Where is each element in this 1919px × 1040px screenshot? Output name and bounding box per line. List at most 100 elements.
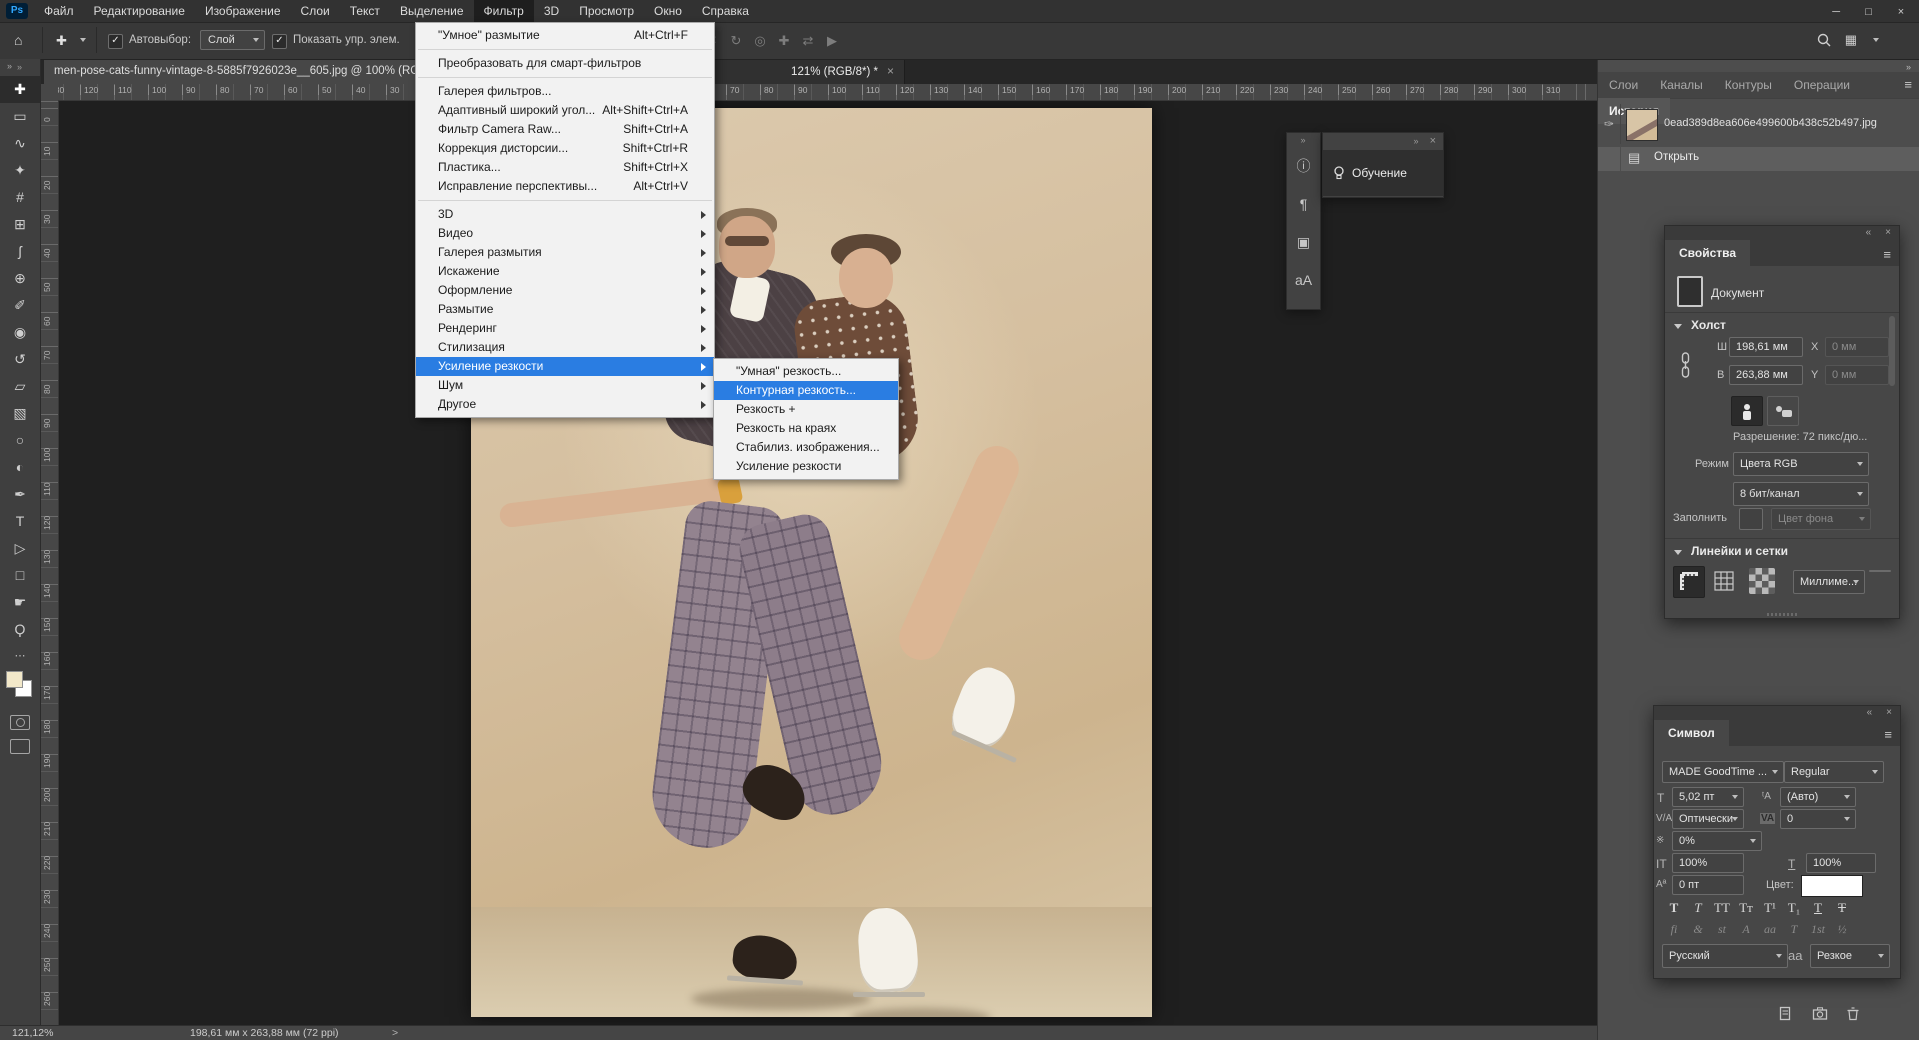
panel-tab-контуры[interactable]: Контуры xyxy=(1714,72,1783,98)
opentype-button[interactable]: ½ xyxy=(1830,922,1854,937)
font-family-dropdown[interactable]: MADE GoodTime ... xyxy=(1662,761,1784,783)
eraser-tool[interactable]: ▱ xyxy=(0,373,40,400)
antialias-dropdown[interactable]: Резкое xyxy=(1810,944,1890,968)
font-style-dropdown[interactable]: Regular xyxy=(1784,761,1884,783)
opentype-button[interactable]: st xyxy=(1710,922,1734,937)
healing-brush-tool[interactable]: ⊕ xyxy=(0,265,40,292)
menu-item-искажение[interactable]: Искажение xyxy=(416,262,714,281)
hand-tool[interactable]: ☛ xyxy=(0,589,40,616)
info-icon[interactable]: ⓘ xyxy=(1287,147,1320,185)
workspace-chevron-icon[interactable] xyxy=(1873,38,1879,42)
kerning-dropdown[interactable]: Оптически xyxy=(1672,809,1744,829)
show-controls-checkbox[interactable]: ✓ xyxy=(272,34,287,49)
snapshot-thumbnail[interactable] xyxy=(1626,109,1658,141)
close-icon[interactable]: × xyxy=(1887,1,1915,23)
grid-toggle-icon[interactable] xyxy=(1711,568,1737,594)
tab-close-icon[interactable]: × xyxy=(878,64,894,78)
menu-item-исправление-перспективы-[interactable]: Исправление перспективы...Alt+Ctrl+V xyxy=(416,177,714,196)
menu-item-видео[interactable]: Видео xyxy=(416,224,714,243)
opentype-button[interactable]: A xyxy=(1734,922,1758,937)
shape-tool[interactable]: □ xyxy=(0,562,40,589)
menu-item-контурная-резкость-[interactable]: Контурная резкость... xyxy=(714,381,898,400)
workspace-icon[interactable]: ▦ xyxy=(1845,32,1857,48)
panel-tab-слои[interactable]: Слои xyxy=(1598,72,1649,98)
marquee-tool[interactable]: ▭ xyxy=(0,103,40,130)
menubar-item-окно[interactable]: Окно xyxy=(644,0,692,22)
canvas-area[interactable] xyxy=(58,100,1597,1025)
style-button-s[interactable]: T xyxy=(1830,900,1854,916)
gradient-tool[interactable]: ▧ xyxy=(0,400,40,427)
new-document-from-state-icon[interactable] xyxy=(1778,1006,1793,1021)
minimize-icon[interactable]: ─ xyxy=(1822,1,1850,23)
ruler-corner[interactable] xyxy=(40,84,59,101)
layer-comps-icon[interactable]: ▣ xyxy=(1287,223,1320,261)
pen-tool[interactable]: ✒ xyxy=(0,481,40,508)
canvas-section-label[interactable]: Холст xyxy=(1691,318,1726,332)
new-snapshot-icon[interactable] xyxy=(1812,1006,1828,1021)
units-dropdown[interactable]: Миллиме... xyxy=(1793,570,1865,594)
link-dimensions-icon[interactable] xyxy=(1679,350,1692,385)
opentype-button[interactable]: aa xyxy=(1758,922,1782,937)
transparency-grid-icon[interactable] xyxy=(1749,568,1775,594)
font-size-dropdown[interactable]: 5,02 пт xyxy=(1672,787,1744,807)
rulers-toggle-icon[interactable] xyxy=(1673,566,1705,598)
move-tool-icon[interactable]: ✚ xyxy=(56,22,67,59)
close-icon[interactable]: × xyxy=(1886,707,1892,718)
menu-item-усиление-резкости[interactable]: Усиление резкости xyxy=(416,357,714,376)
style-button-T₁[interactable]: T₁ xyxy=(1782,900,1806,916)
tab-character[interactable]: Символ xyxy=(1654,720,1729,746)
menu-item-другое[interactable]: Другое xyxy=(416,395,714,414)
menubar-item-фильтр[interactable]: Фильтр xyxy=(474,0,534,22)
toolbar-expand-icon[interactable]: » xyxy=(0,59,40,76)
ruler-horizontal[interactable]: 1301201101009080706050403020100102030405… xyxy=(58,84,1597,101)
menu-item-рендеринг[interactable]: Рендеринг xyxy=(416,319,714,338)
vertical-scale-field[interactable]: 100% xyxy=(1672,853,1744,873)
history-brush-source-icon[interactable]: ✑ xyxy=(1598,104,1621,144)
autoselect-checkbox[interactable]: ✓ xyxy=(108,34,123,49)
style-button-T¹[interactable]: T¹ xyxy=(1758,900,1782,916)
lasso-tool[interactable]: ∿ xyxy=(0,130,40,157)
dock-collapse-icon[interactable]: » xyxy=(1906,62,1912,72)
text-color-swatch[interactable] xyxy=(1801,875,1863,897)
menu-item-коррекция-дисторсии-[interactable]: Коррекция дисторсии...Shift+Ctrl+R xyxy=(416,139,714,158)
rulers-grids-section-label[interactable]: Линейки и сетки xyxy=(1691,544,1788,558)
menubar-item-справка[interactable]: Справка xyxy=(692,0,759,22)
paragraph-icon[interactable]: ¶ xyxy=(1287,185,1320,223)
history-state-row[interactable]: ▤ Открыть xyxy=(1598,147,1919,171)
menu-item-усиление-резкости[interactable]: Усиление резкости xyxy=(714,457,898,476)
tracking-dropdown[interactable]: 0 xyxy=(1780,809,1856,829)
clone-stamp-tool[interactable]: ◉ xyxy=(0,319,40,346)
tab-overflow-icon[interactable]: » xyxy=(7,61,13,71)
collapse-icon[interactable]: « xyxy=(1867,707,1873,718)
history-brush-slot[interactable] xyxy=(1598,147,1621,171)
leading-dropdown[interactable]: (Авто) xyxy=(1780,787,1856,807)
menu-item-3d[interactable]: 3D xyxy=(416,205,714,224)
menu-item-стабилиз-изображения-[interactable]: Стабилиз. изображения... xyxy=(714,438,898,457)
panel-menu-icon[interactable]: ≡ xyxy=(1883,247,1891,262)
bit-depth-dropdown[interactable]: 8 бит/канал xyxy=(1733,482,1869,506)
opentype-button[interactable]: fi xyxy=(1662,922,1686,937)
menubar-item-выделение[interactable]: Выделение xyxy=(390,0,474,22)
search-icon[interactable] xyxy=(1817,33,1831,52)
portrait-orientation-button[interactable] xyxy=(1731,396,1763,426)
autoselect-dropdown[interactable]: Слой xyxy=(200,30,265,50)
panel-resize-grip[interactable] xyxy=(1767,613,1797,616)
path-selection-tool[interactable]: ▷ xyxy=(0,535,40,562)
style-button-TT[interactable]: TT xyxy=(1710,900,1734,916)
style-button-i[interactable]: T xyxy=(1686,900,1710,916)
status-chevron-icon[interactable]: > xyxy=(392,1026,398,1040)
menu-item-стилизация[interactable]: Стилизация xyxy=(416,338,714,357)
menu-item-шум[interactable]: Шум xyxy=(416,376,714,395)
zoom-tool[interactable]: Ϙ xyxy=(0,616,40,643)
menu-item--умная-резкость-[interactable]: "Умная" резкость... xyxy=(714,362,898,381)
section-chevron-icon[interactable] xyxy=(1674,550,1682,555)
eyedropper-tool[interactable]: ʃ xyxy=(0,238,40,265)
menubar-item-слои[interactable]: Слои xyxy=(291,0,340,22)
section-chevron-icon[interactable] xyxy=(1674,324,1682,329)
menu-item-фильтр-camera-raw-[interactable]: Фильтр Camera Raw...Shift+Ctrl+A xyxy=(416,120,714,139)
learn-panel-item[interactable]: Обучение xyxy=(1323,150,1443,196)
menu-item-галерея-фильтров-[interactable]: Галерея фильтров... xyxy=(416,82,714,101)
style-button-Tᴛ[interactable]: Tᴛ xyxy=(1734,900,1758,916)
menubar-item-текст[interactable]: Текст xyxy=(340,0,390,22)
menu-item-преобразовать-для-смарт-фильтров[interactable]: Преобразовать для смарт-фильтров xyxy=(416,54,714,73)
